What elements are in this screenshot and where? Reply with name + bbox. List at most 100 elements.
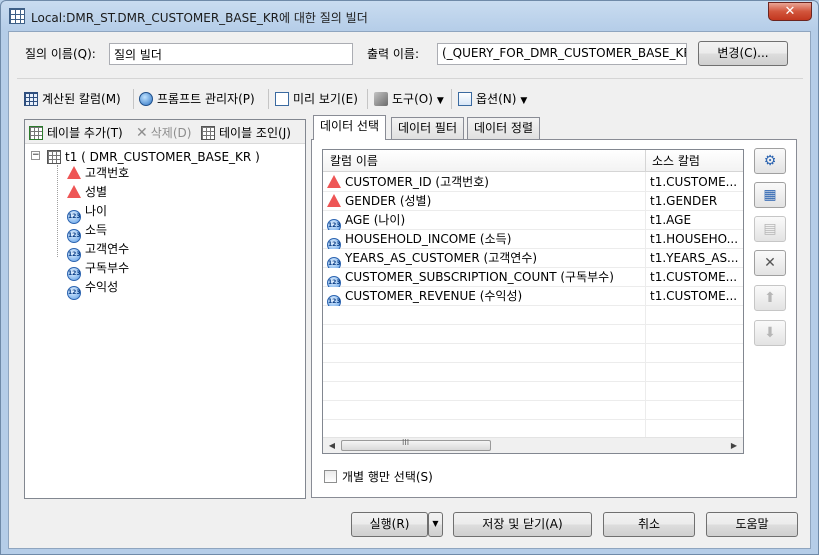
source-column-cell: t1.HOUSEHO... — [650, 232, 739, 246]
table-row[interactable]: 123 AGE (나이) t1.AGE — [323, 211, 743, 230]
computed-column-side-button[interactable]: ▦ — [754, 182, 786, 208]
prompt-icon: ⚙ — [763, 153, 777, 169]
tree-column-item[interactable]: 123 소득 — [67, 222, 108, 243]
table-row[interactable]: 123 CUSTOMER_SUBSCRIPTION_COUNT (구독부수) t1… — [323, 268, 743, 287]
options-icon — [458, 92, 472, 106]
query-name-label: 질의 이름(Q): — [25, 47, 96, 61]
output-name-input[interactable]: (_QUERY_FOR_DMR_CUSTOMER_BASE_KR — [437, 43, 687, 65]
tree-guide-line — [57, 165, 58, 257]
grid-header: 칼럼 이름 소스 칼럼 — [323, 150, 743, 172]
change-output-button[interactable]: 변경(C)... — [698, 41, 788, 66]
column-name-cell: 123 YEARS_AS_CUSTOMER (고객연수) — [327, 249, 645, 268]
tree-column-label: 나이 — [85, 204, 108, 218]
source-column-cell: t1.AGE — [650, 213, 692, 227]
distinct-rows-checkbox[interactable] — [324, 470, 337, 483]
toolbar-separator — [268, 89, 269, 109]
computed-column-button[interactable]: 계산된 칼럼(M) — [24, 89, 121, 109]
tab-sort-data[interactable]: 데이터 정렬 — [467, 117, 541, 139]
tree-column-item[interactable]: 고객번호 — [67, 165, 129, 181]
source-column-cell: t1.CUSTOME... — [650, 175, 738, 189]
prompt-button[interactable]: ⚙ — [754, 148, 786, 174]
output-name-label: 출력 이름: — [367, 47, 420, 61]
tab-filter-data[interactable]: 데이터 필터 — [391, 117, 465, 139]
tree-collapse-toggle[interactable]: − — [31, 151, 40, 160]
tab-select-data[interactable]: 데이터 선택 — [313, 115, 387, 140]
tree-column-item[interactable]: 123 구독부수 — [67, 260, 129, 281]
prompt-manager-button[interactable]: 프롬프트 관리자(P) — [139, 89, 255, 109]
arrow-down-icon: ⬇ — [764, 325, 776, 341]
column-name-text: CUSTOMER_ID (고객번호) — [345, 175, 489, 189]
remove-column-button[interactable]: ✕ — [754, 250, 786, 276]
scroll-grip: III — [402, 438, 410, 447]
empty-row — [323, 401, 743, 420]
warning-icon — [327, 175, 341, 188]
column-name-header[interactable]: 칼럼 이름 — [323, 150, 645, 172]
source-column-header[interactable]: 소스 칼럼 — [645, 150, 743, 172]
properties-button[interactable]: ▤ — [754, 216, 786, 242]
help-button[interactable]: 도움말 — [706, 512, 798, 537]
query-name-input[interactable]: 질의 빌더 — [109, 43, 353, 65]
join-table-button[interactable]: 테이블 조인(J) — [201, 124, 291, 141]
run-dropdown-button[interactable]: ▼ — [428, 512, 443, 537]
table-panel-toolbar: 테이블 추가(T) ✕ 삭제(D) 테이블 조인(J) — [25, 120, 305, 144]
source-column-cell: t1.GENDER — [650, 194, 718, 208]
horizontal-scrollbar[interactable]: ◀ III ▶ — [323, 437, 743, 453]
delete-label: 삭제(D) — [150, 126, 192, 140]
source-column-cell: t1.YEARS_AS... — [650, 251, 739, 265]
scroll-left-icon[interactable]: ◀ — [325, 439, 339, 453]
tree-column-item[interactable]: 성별 — [67, 184, 107, 200]
preview-button[interactable]: 미리 보기(E) — [275, 89, 358, 109]
warning-icon — [327, 194, 341, 207]
scroll-thumb[interactable]: III — [341, 438, 491, 451]
column-name-text: CUSTOMER_SUBSCRIPTION_COUNT (구독부수) — [345, 270, 614, 284]
tools-icon — [374, 92, 388, 106]
distinct-rows-option[interactable]: 개별 행만 선택(S) — [324, 468, 433, 485]
table-panel: 테이블 추가(T) ✕ 삭제(D) 테이블 조인(J) − t1 ( DMR_CU… — [24, 119, 306, 499]
table-row[interactable]: CUSTOMER_ID (고객번호) t1.CUSTOME... — [323, 173, 743, 192]
delete-button[interactable]: ✕ 삭제(D) — [136, 124, 191, 141]
run-button[interactable]: 실행(R) — [351, 512, 428, 537]
arrow-up-icon: ⬆ — [764, 290, 776, 306]
tree-table-node[interactable]: t1 ( DMR_CUSTOMER_BASE_KR ) — [47, 149, 260, 165]
tree-column-item[interactable]: 123 수익성 — [67, 279, 119, 300]
dialog-client: 질의 이름(Q): 질의 빌더 출력 이름: (_QUERY_FOR_DMR_C… — [8, 31, 811, 549]
empty-row — [323, 363, 743, 382]
tools-label: 도구(O) — [392, 92, 433, 106]
title-bar[interactable]: Local:DMR_ST.DMR_CUSTOMER_BASE_KR에 대한 질의… — [1, 1, 818, 31]
table-row[interactable]: 123 CUSTOMER_REVENUE (수익성) t1.CUSTOME... — [323, 287, 743, 306]
options-label: 옵션(N) — [476, 92, 517, 106]
cancel-button[interactable]: 취소 — [603, 512, 695, 537]
computed-column-label: 계산된 칼럼(M) — [42, 92, 121, 106]
distinct-rows-label: 개별 행만 선택(S) — [342, 470, 433, 484]
close-button[interactable]: ✕ — [768, 2, 812, 21]
column-name-cell: GENDER (성별) — [327, 192, 645, 211]
tree-column-label: 고객연수 — [85, 242, 130, 256]
table-row[interactable]: 123 YEARS_AS_CUSTOMER (고객연수) t1.YEARS_AS.… — [323, 249, 743, 268]
options-menu-button[interactable]: 옵션(N) ▼ — [458, 89, 527, 109]
column-name-text: HOUSEHOLD_INCOME (소득) — [345, 232, 512, 246]
empty-row — [323, 344, 743, 363]
table-row[interactable]: GENDER (성별) t1.GENDER — [323, 192, 743, 211]
delete-icon: ✕ — [136, 125, 148, 141]
scroll-right-icon[interactable]: ▶ — [727, 439, 741, 453]
join-table-label: 테이블 조인(J) — [219, 126, 291, 140]
tree-column-item[interactable]: 123 나이 — [67, 203, 108, 224]
toolbar-separator — [367, 89, 368, 109]
move-up-button[interactable]: ⬆ — [754, 285, 786, 311]
tools-menu-button[interactable]: 도구(O) ▼ — [374, 89, 444, 109]
empty-row — [323, 382, 743, 401]
preview-label: 미리 보기(E) — [293, 92, 358, 106]
select-data-panel: 칼럼 이름 소스 칼럼 CUSTOMER_ID (고객번호) t1.CUSTOM… — [311, 139, 797, 498]
tree-column-label: 소득 — [85, 223, 108, 237]
tree-column-label: 수익성 — [85, 280, 119, 294]
table-row[interactable]: 123 HOUSEHOLD_INCOME (소득) t1.HOUSEHO... — [323, 230, 743, 249]
add-table-button[interactable]: 테이블 추가(T) — [29, 124, 123, 141]
tree-column-item[interactable]: 123 고객연수 — [67, 241, 130, 262]
prompt-manager-label: 프롬프트 관리자(P) — [157, 92, 255, 106]
warning-icon — [67, 185, 81, 198]
column-name-text: AGE (나이) — [345, 213, 406, 227]
move-down-button[interactable]: ⬇ — [754, 320, 786, 346]
chevron-down-icon: ▼ — [436, 96, 444, 106]
column-grid[interactable]: 칼럼 이름 소스 칼럼 CUSTOMER_ID (고객번호) t1.CUSTOM… — [322, 149, 744, 454]
save-close-button[interactable]: 저장 및 닫기(A) — [453, 512, 592, 537]
